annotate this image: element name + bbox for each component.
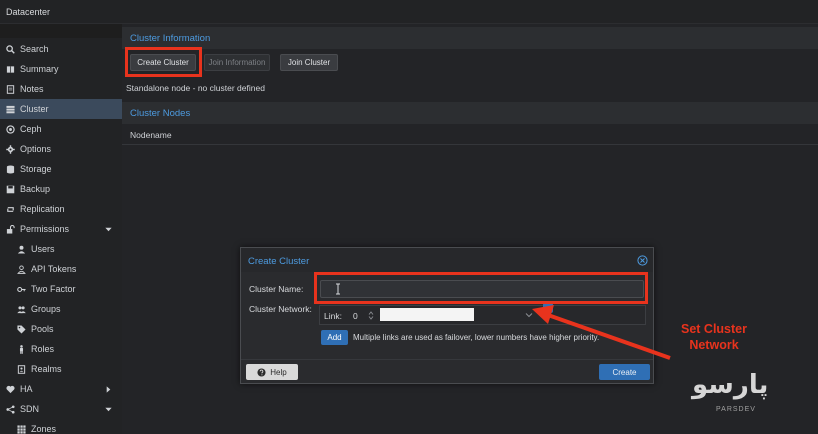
sidebar-item-label: HA xyxy=(20,384,33,394)
sidebar-item-ha[interactable]: HA xyxy=(0,379,122,399)
sidebar-item-label: Storage xyxy=(20,164,52,174)
annotation-line-2: Network xyxy=(689,338,739,352)
user-icon xyxy=(16,244,26,254)
table-divider xyxy=(122,144,818,145)
link-number-field[interactable]: 0 xyxy=(353,311,358,321)
cluster-information-header: Cluster Information xyxy=(122,27,818,49)
key-icon xyxy=(16,284,26,294)
sidebar-item-label: Replication xyxy=(20,204,65,214)
help-button[interactable]: Help xyxy=(246,364,298,380)
sidebar-item-label: Realms xyxy=(31,364,62,374)
sidebar-item-label: Backup xyxy=(20,184,51,194)
dialog-title: Create Cluster xyxy=(248,256,310,267)
sidebar-item-label: Cluster xyxy=(20,104,49,114)
join-information-button[interactable]: Join Information xyxy=(204,54,270,71)
sidebar-item-ceph[interactable]: Ceph xyxy=(0,119,122,139)
heartbeat-icon xyxy=(5,384,15,394)
sidebar-item-label: Search xyxy=(20,44,49,54)
sidebar-item-label: Permissions xyxy=(20,224,70,234)
floppy-icon xyxy=(5,184,15,194)
sidebar-item-label: Ceph xyxy=(20,124,42,134)
sidebar-item-label: API Tokens xyxy=(31,264,77,274)
sidebar-item-label: Notes xyxy=(20,84,44,94)
annotation-text: Set Cluster Network xyxy=(666,321,762,353)
sidebar-item-label: SDN xyxy=(20,404,40,414)
sidebar-item-pools[interactable]: Pools xyxy=(0,319,122,339)
spinner-icon[interactable] xyxy=(368,311,374,320)
sidebar-item-search[interactable]: Search xyxy=(0,39,122,59)
users-icon xyxy=(16,304,26,314)
user-outline-icon xyxy=(16,264,26,274)
create-cluster-highlight xyxy=(125,47,202,77)
gear-icon xyxy=(5,144,15,154)
retweet-icon xyxy=(5,204,15,214)
help-label: Help xyxy=(270,367,287,377)
tags-icon xyxy=(16,324,26,334)
sidebar-item-storage[interactable]: Storage xyxy=(0,159,122,179)
unlock-icon xyxy=(5,224,15,234)
add-link-button[interactable]: Add xyxy=(321,330,348,345)
database-icon xyxy=(5,164,15,174)
watermark-logo-text: پارسو xyxy=(692,370,769,400)
datacenter-title: Datacenter xyxy=(6,7,51,17)
address-book-icon xyxy=(16,364,26,374)
close-icon[interactable] xyxy=(637,255,648,266)
sidebar-item-summary[interactable]: Summary xyxy=(0,59,122,79)
sidebar-item-two-factor[interactable]: Two Factor xyxy=(0,279,122,299)
ceph-icon xyxy=(5,124,15,134)
cluster-nodes-header: Cluster Nodes xyxy=(122,102,818,124)
sidebar-item-replication[interactable]: Replication xyxy=(0,199,122,219)
question-icon xyxy=(257,367,266,377)
sidebar-item-realms[interactable]: Realms xyxy=(0,359,122,379)
top-bar: Datacenter xyxy=(0,0,818,24)
book-icon xyxy=(5,64,15,74)
sidebar: Search Summary Notes Cluster Ceph Option… xyxy=(0,38,122,434)
link-address-combobox[interactable] xyxy=(380,308,474,321)
parsdev-watermark-logo: پارسو PARSDEV xyxy=(690,370,780,420)
sidebar-item-zones[interactable]: Zones xyxy=(0,419,122,434)
annotation-arrow-icon xyxy=(532,305,671,360)
sidebar-item-label: Roles xyxy=(31,344,55,354)
sidebar-item-roles[interactable]: Roles xyxy=(0,339,122,359)
chevron-right-icon[interactable] xyxy=(104,385,113,394)
sidebar-item-groups[interactable]: Groups xyxy=(0,299,122,319)
cluster-network-label: Cluster Network: xyxy=(249,304,312,314)
sdn-icon xyxy=(5,404,15,414)
sidebar-item-label: Pools xyxy=(31,324,54,334)
watermark-subtitle: PARSDEV xyxy=(716,406,756,413)
link-label: Link: xyxy=(324,311,342,321)
chevron-down-icon[interactable] xyxy=(104,405,113,414)
sidebar-item-backup[interactable]: Backup xyxy=(0,179,122,199)
sidebar-item-label: Groups xyxy=(31,304,61,314)
sidebar-item-label: Summary xyxy=(20,64,59,74)
sidebar-item-api-tokens[interactable]: API Tokens xyxy=(0,259,122,279)
sidebar-item-label: Options xyxy=(20,144,52,154)
sidebar-item-sdn[interactable]: SDN xyxy=(0,399,122,419)
grid-icon xyxy=(16,424,26,434)
chevron-down-icon[interactable] xyxy=(104,225,113,234)
notes-icon xyxy=(5,84,15,94)
annotation-line-1: Set Cluster xyxy=(681,322,747,336)
sidebar-item-options[interactable]: Options xyxy=(0,139,122,159)
server-icon xyxy=(5,104,15,114)
nodename-column-header[interactable]: Nodename xyxy=(130,130,172,140)
join-cluster-button[interactable]: Join Cluster xyxy=(280,54,338,71)
dialog-header: Create Cluster xyxy=(241,248,653,272)
male-icon xyxy=(16,344,26,354)
sidebar-item-users[interactable]: Users xyxy=(0,239,122,259)
sidebar-item-label: Users xyxy=(31,244,55,254)
search-icon xyxy=(5,44,15,54)
sidebar-item-notes[interactable]: Notes xyxy=(0,79,122,99)
sidebar-item-cluster[interactable]: Cluster xyxy=(0,99,122,119)
sidebar-item-permissions[interactable]: Permissions xyxy=(0,219,122,239)
cluster-name-label: Cluster Name: xyxy=(249,284,304,294)
sidebar-item-label: Two Factor xyxy=(31,284,76,294)
cluster-status-text: Standalone node - no cluster defined xyxy=(126,83,265,93)
sidebar-item-label: Zones xyxy=(31,424,57,434)
